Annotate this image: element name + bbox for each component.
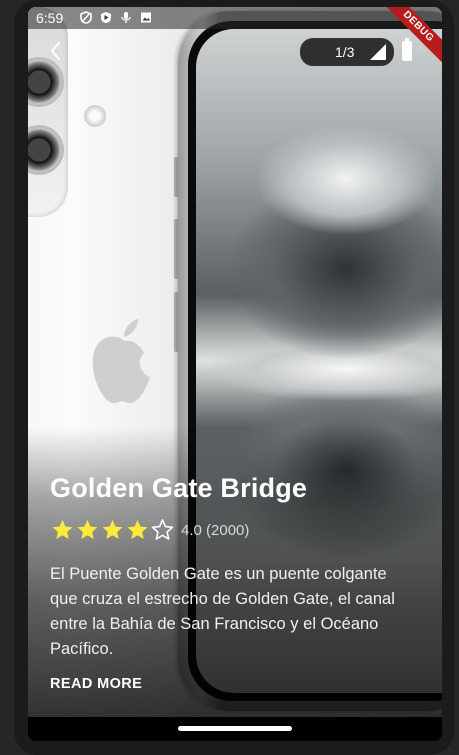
home-indicator[interactable] — [178, 726, 292, 731]
navigation-bar — [28, 717, 442, 741]
star-filled-icon — [77, 520, 98, 539]
arrow-back-icon — [51, 42, 60, 60]
rating-text: 4.0 (2000) — [181, 521, 250, 539]
battery-icon — [402, 38, 412, 61]
place-description: El Puente Golden Gate es un puente colga… — [50, 565, 395, 658]
apple-logo-icon — [92, 319, 150, 403]
page-indicator-text: 1/3 — [335, 44, 355, 60]
page-indicator: 1/3 — [300, 38, 394, 66]
star-filled-icon — [52, 520, 73, 539]
status-icons — [80, 11, 152, 24]
app-screen: 6:59 DEBUG 1/3 Golden Gate Bridge 4.0 (2… — [28, 7, 442, 741]
read-more-button[interactable]: READ MORE — [50, 676, 142, 692]
play-protect-icon — [101, 12, 111, 23]
camera-flash — [84, 105, 106, 127]
signal-icon — [370, 44, 386, 60]
status-time: 6:59 — [36, 10, 64, 26]
device-frame: 6:59 DEBUG 1/3 Golden Gate Bridge 4.0 (2… — [0, 0, 459, 755]
star-filled-icon — [127, 520, 148, 539]
back-button[interactable] — [44, 39, 68, 63]
place-title: Golden Gate Bridge — [50, 473, 308, 503]
status-bar: 6:59 DEBUG — [28, 7, 442, 69]
image-notification-icon — [141, 12, 151, 23]
star-filled-icon — [102, 520, 123, 539]
star-empty-icon — [151, 519, 174, 540]
shield-icon — [80, 11, 92, 24]
rating-row: 4.0 (2000) — [50, 518, 249, 542]
star-rating — [50, 518, 175, 542]
microphone-icon — [121, 12, 131, 23]
